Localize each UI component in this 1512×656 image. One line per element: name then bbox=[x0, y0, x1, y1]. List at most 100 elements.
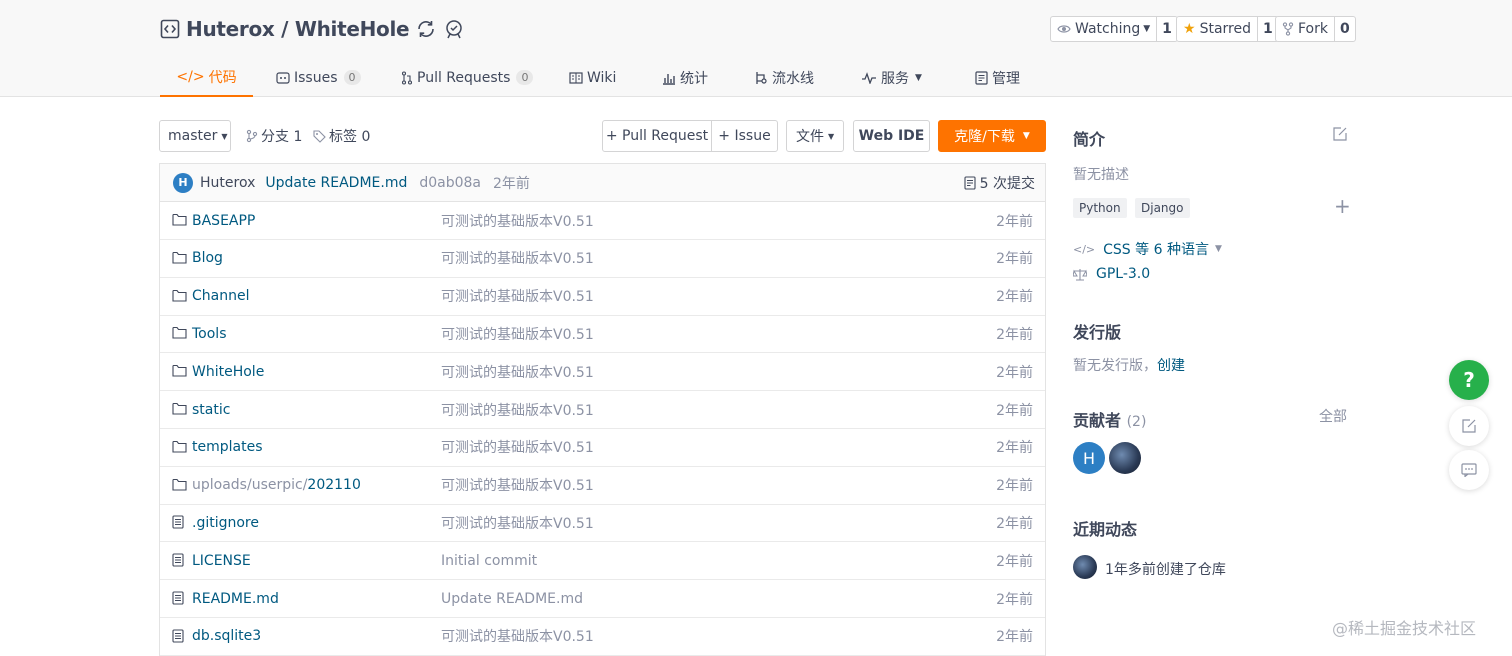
table-row[interactable]: README.md Update README.md 2年前 bbox=[160, 580, 1045, 618]
file-commit-message[interactable]: Update README.md bbox=[441, 591, 583, 607]
file-commit-message[interactable]: 可测试的基础版本V0.51 bbox=[441, 286, 594, 306]
edit-icon[interactable] bbox=[1332, 126, 1348, 142]
file-commit-message[interactable]: 可测试的基础版本V0.51 bbox=[441, 626, 594, 646]
file-commit-message[interactable]: 可测试的基础版本V0.51 bbox=[441, 437, 594, 457]
edit-icon bbox=[1461, 418, 1477, 434]
issues-icon bbox=[276, 71, 290, 85]
repo-title[interactable]: Huterox / WhiteHole bbox=[186, 17, 410, 41]
file-commit-message[interactable]: 可测试的基础版本V0.51 bbox=[441, 211, 594, 231]
tab-pull-requests[interactable]: Pull Requests 0 bbox=[401, 58, 534, 97]
clone-label: 克隆/下载 bbox=[954, 129, 1015, 145]
tab-service[interactable]: 服务 ▼ bbox=[861, 58, 922, 97]
branches-count: 分支 1 bbox=[261, 129, 303, 145]
help-button[interactable]: ? bbox=[1449, 360, 1489, 400]
watch-label: Watching bbox=[1075, 21, 1141, 37]
table-row[interactable]: WhiteHole 可测试的基础版本V0.51 2年前 bbox=[160, 353, 1045, 392]
avatar[interactable]: H bbox=[1073, 442, 1105, 474]
file-name[interactable]: Blog bbox=[192, 250, 223, 266]
branch-select[interactable]: master ▼ bbox=[159, 120, 231, 152]
table-row[interactable]: db.sqlite3 可测试的基础版本V0.51 2年前 bbox=[160, 618, 1045, 656]
avatar[interactable] bbox=[1073, 555, 1097, 579]
web-ide-button[interactable]: Web IDE bbox=[853, 120, 930, 152]
file-commit-message[interactable]: 可测试的基础版本V0.51 bbox=[441, 248, 594, 268]
watch-count[interactable]: 1 bbox=[1156, 17, 1177, 41]
avatar[interactable]: H bbox=[173, 172, 193, 193]
caret-down-icon: ▼ bbox=[221, 131, 228, 141]
tab-stats[interactable]: 统计 bbox=[662, 58, 708, 97]
table-row[interactable]: .gitignore 可测试的基础版本V0.51 2年前 bbox=[160, 504, 1045, 543]
commit-sha[interactable]: d0ab08a bbox=[419, 175, 481, 191]
license-link[interactable]: GPL-3.0 bbox=[1073, 266, 1150, 282]
feedback-button[interactable] bbox=[1449, 406, 1489, 446]
file-name[interactable]: static bbox=[192, 402, 230, 418]
file-commit-time: 2年前 bbox=[996, 326, 1033, 343]
file-name[interactable]: WhiteHole bbox=[192, 364, 264, 380]
new-issue-button[interactable]: + Issue bbox=[712, 121, 777, 151]
chat-button[interactable] bbox=[1449, 450, 1489, 490]
file-name[interactable]: .gitignore bbox=[192, 515, 259, 531]
file-name[interactable]: uploads/userpic/202110 bbox=[192, 477, 361, 493]
watch-button[interactable]: Watching ▼ 1 bbox=[1050, 16, 1178, 42]
code-icon: </> bbox=[1073, 242, 1096, 256]
fork-button[interactable]: Fork 0 bbox=[1275, 16, 1356, 42]
avatar[interactable] bbox=[1109, 442, 1141, 474]
branches-link[interactable]: 分支 1 bbox=[246, 126, 302, 146]
file-name[interactable]: templates bbox=[192, 439, 263, 455]
fork-label: Fork bbox=[1298, 21, 1328, 37]
new-pull-request-button[interactable]: + Pull Request bbox=[603, 121, 712, 151]
table-row[interactable]: static 可测试的基础版本V0.51 2年前 bbox=[160, 391, 1045, 429]
table-row[interactable]: templates 可测试的基础版本V0.51 2年前 bbox=[160, 429, 1045, 467]
file-commit-message[interactable]: 可测试的基础版本V0.51 bbox=[441, 513, 594, 533]
file-name[interactable]: LICENSE bbox=[192, 553, 251, 569]
commit-message[interactable]: Update README.md bbox=[265, 175, 407, 191]
tab-pipeline[interactable]: 流水线 bbox=[754, 58, 814, 97]
file-menu-button[interactable]: 文件 ▼ bbox=[786, 120, 844, 152]
file-commit-message[interactable]: 可测试的基础版本V0.51 bbox=[441, 324, 594, 344]
fork-count[interactable]: 0 bbox=[1333, 17, 1355, 41]
add-topic-icon[interactable]: + bbox=[1334, 195, 1351, 217]
file-commit-message[interactable]: 可测试的基础版本V0.51 bbox=[441, 475, 594, 495]
table-row[interactable]: Tools 可测试的基础版本V0.51 2年前 bbox=[160, 315, 1045, 354]
file-name[interactable]: README.md bbox=[192, 591, 279, 607]
file-name[interactable]: db.sqlite3 bbox=[192, 628, 261, 644]
folder-icon bbox=[172, 251, 187, 264]
pipeline-icon bbox=[754, 71, 768, 85]
license-text: GPL-3.0 bbox=[1096, 266, 1151, 282]
table-row[interactable]: BASEAPP 可测试的基础版本V0.51 2年前 bbox=[160, 202, 1045, 240]
commit-author[interactable]: Huterox bbox=[200, 175, 255, 191]
create-release-link[interactable]: 创建 bbox=[1157, 358, 1185, 374]
tags-link[interactable]: 标签 0 bbox=[313, 126, 370, 146]
folder-icon bbox=[172, 213, 187, 226]
caret-down-icon: ▼ bbox=[1143, 24, 1151, 34]
certified-badge-icon[interactable] bbox=[443, 18, 465, 40]
tab-code[interactable]: </> 代码 bbox=[160, 58, 253, 97]
file-commit-time: 2年前 bbox=[996, 364, 1033, 381]
caret-down-icon: ▼ bbox=[915, 72, 922, 83]
file-commit-message[interactable]: 可测试的基础版本V0.51 bbox=[441, 400, 594, 420]
table-row[interactable]: Channel 可测试的基础版本V0.51 2年前 bbox=[160, 278, 1045, 316]
pr-issue-group: + Pull Request + Issue bbox=[602, 120, 778, 152]
file-commit-message[interactable]: 可测试的基础版本V0.51 bbox=[441, 362, 594, 382]
caret-down-icon: ▼ bbox=[1022, 131, 1030, 141]
topic-tag-python[interactable]: Python bbox=[1073, 198, 1127, 218]
tab-manage[interactable]: 管理 bbox=[975, 58, 1020, 97]
tab-wiki[interactable]: Wiki bbox=[569, 58, 616, 97]
star-button[interactable]: ★ Starred 1 bbox=[1176, 16, 1279, 42]
table-row[interactable]: Blog 可测试的基础版本V0.51 2年前 bbox=[160, 240, 1045, 278]
clone-download-button[interactable]: 克隆/下载 ▼ bbox=[938, 120, 1046, 152]
commit-count-link[interactable]: 5 次提交 bbox=[964, 173, 1035, 193]
file-name[interactable]: BASEAPP bbox=[192, 213, 255, 229]
topic-tag-django[interactable]: Django bbox=[1135, 198, 1190, 218]
file-name[interactable]: Tools bbox=[192, 326, 227, 342]
sync-icon[interactable] bbox=[415, 18, 437, 40]
table-row[interactable]: uploads/userpic/202110 可测试的基础版本V0.51 2年前 bbox=[160, 467, 1045, 505]
branch-name: master bbox=[168, 128, 218, 144]
tab-issues[interactable]: Issues 0 bbox=[276, 58, 361, 97]
file-name[interactable]: Channel bbox=[192, 288, 249, 304]
table-row[interactable]: LICENSE Initial commit 2年前 bbox=[160, 542, 1045, 581]
contributors-all-link[interactable]: 全部 bbox=[1319, 406, 1347, 426]
file-commit-message[interactable]: Initial commit bbox=[441, 553, 537, 569]
folder-icon bbox=[172, 326, 187, 339]
activity-text: 1年多前创建了仓库 bbox=[1105, 562, 1226, 578]
languages-link[interactable]: </> CSS 等 6 种语言 ▼ bbox=[1073, 239, 1222, 259]
